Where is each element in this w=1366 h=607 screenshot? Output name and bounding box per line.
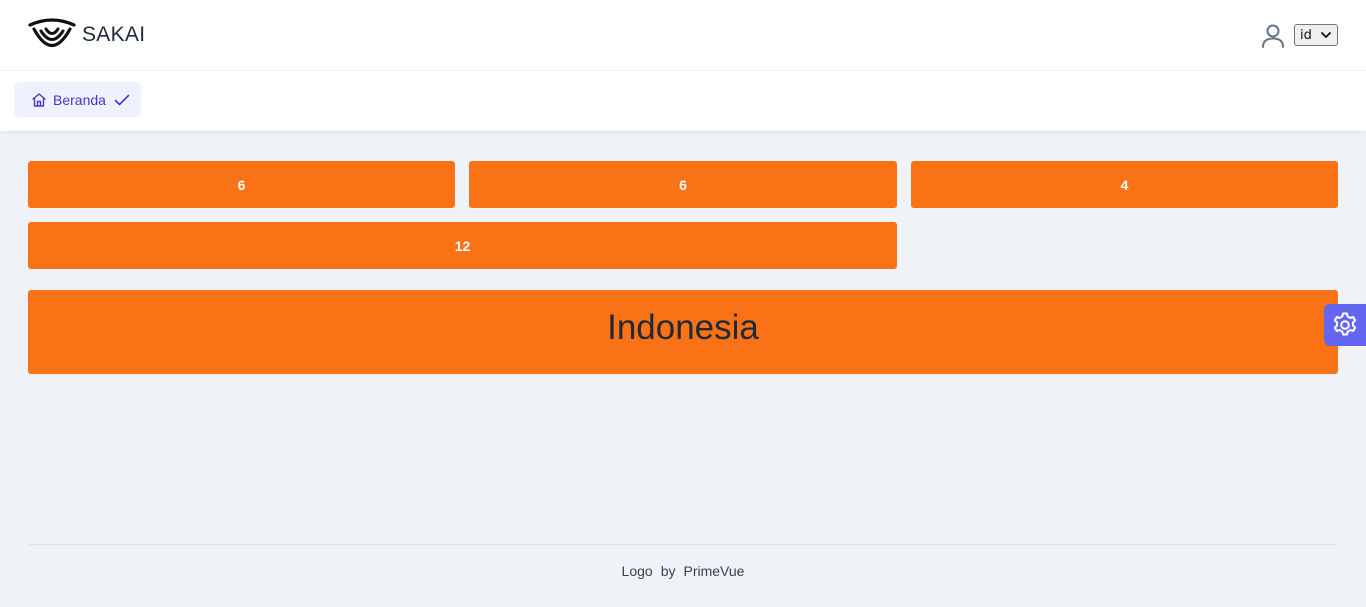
footer: Logo by PrimeVue (28, 544, 1338, 594)
user-icon[interactable] (1260, 23, 1286, 49)
language-select-value: id (1300, 27, 1312, 43)
grid-box-label: 6 (237, 176, 246, 193)
topbar: SAKAI id (0, 0, 1366, 71)
home-icon (32, 92, 46, 107)
grid-box-label: 6 (679, 176, 687, 193)
tab-label: Beranda (53, 91, 106, 108)
banner-text: Indonesia (607, 308, 759, 347)
chevron-down-icon (1321, 32, 1331, 38)
brand-name: SAKAI (82, 23, 146, 46)
tab-beranda[interactable]: Beranda (14, 82, 141, 117)
footer-logo-text: Logo (621, 562, 653, 579)
layout-config-button[interactable] (1324, 304, 1366, 346)
grid-box-label: 4 (1120, 176, 1129, 193)
footer-brand-link[interactable]: PrimeVue (684, 563, 745, 579)
grid-box-col-6: 6 (469, 161, 897, 208)
footer-by-text: by (660, 562, 676, 579)
grid-box-col-6: 6 (28, 161, 455, 208)
grid-box-col-4: 4 (911, 161, 1338, 208)
country-banner: Indonesia (28, 290, 1338, 374)
check-icon (114, 94, 130, 105)
sakai-logo-icon (28, 18, 76, 48)
gear-icon (1333, 312, 1357, 336)
language-select[interactable]: id (1294, 24, 1338, 46)
grid-box-col-12: 12 (28, 222, 897, 269)
tab-bar: Beranda (0, 71, 1366, 131)
grid-box-label: 12 (454, 237, 471, 254)
logo-link[interactable]: SAKAI (28, 16, 145, 54)
